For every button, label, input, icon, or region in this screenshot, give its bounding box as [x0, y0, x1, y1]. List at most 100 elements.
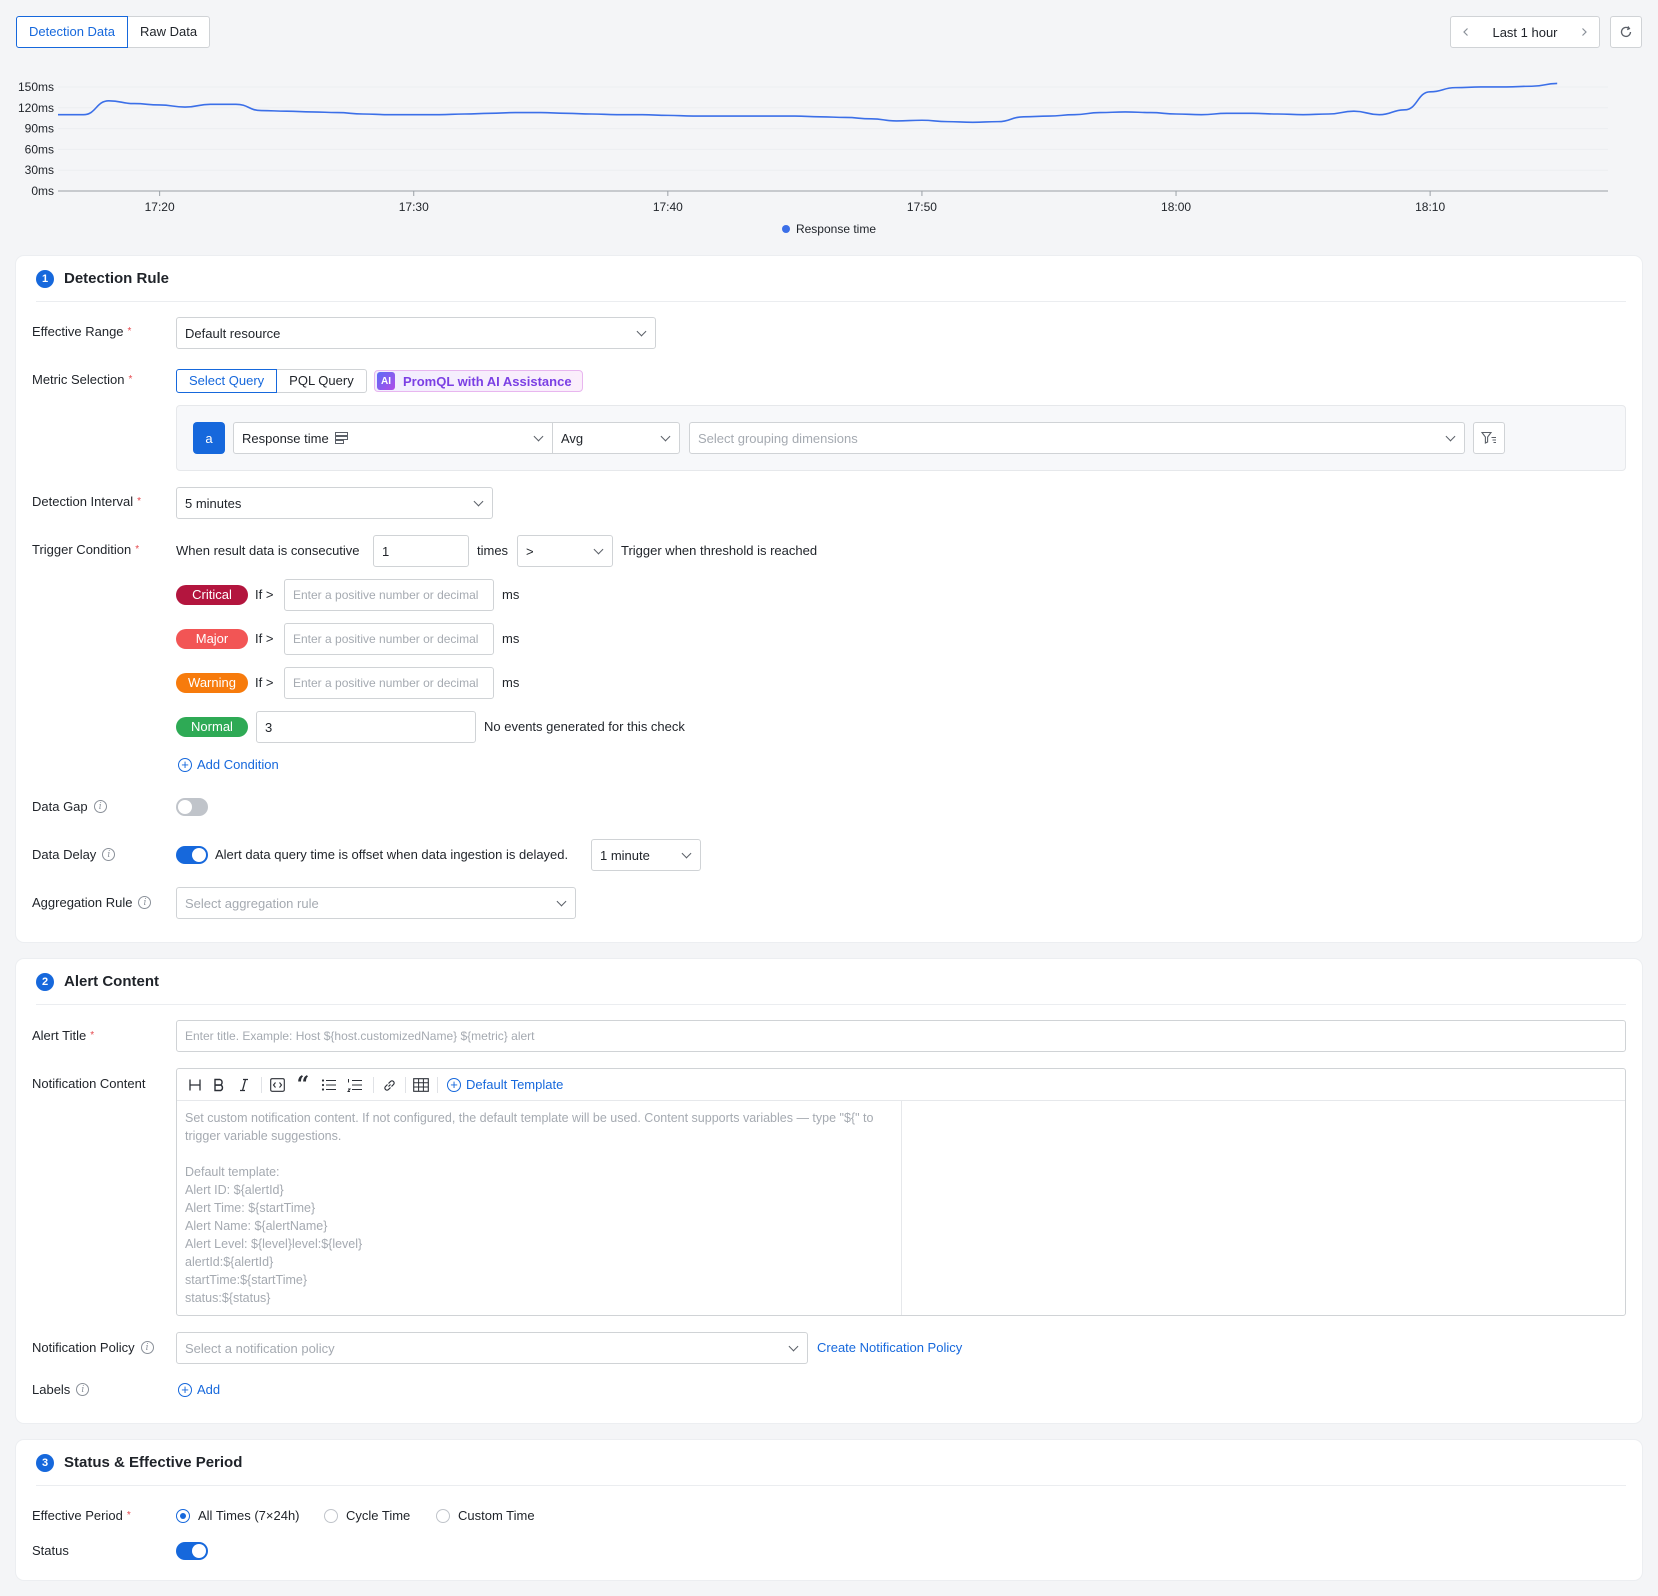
normal-note: No events generated for this check — [484, 719, 685, 734]
status-toggle[interactable] — [176, 1542, 208, 1560]
x-tick-label: 18:10 — [1415, 200, 1445, 214]
section-title: Alert Content — [64, 973, 159, 990]
notification-policy-select[interactable]: Select a notification policy — [176, 1332, 808, 1364]
detection-interval-select[interactable]: 5 minutes — [176, 487, 493, 519]
severity-warning-badge: Warning — [176, 673, 248, 693]
radio-custom-time[interactable]: Custom Time — [436, 1508, 535, 1523]
data-delay-select[interactable]: 1 minute — [591, 839, 701, 871]
refresh-button[interactable] — [1610, 16, 1642, 48]
data-delay-label: Data Delay i — [32, 847, 116, 862]
grouping-dimensions-select[interactable]: Select grouping dimensions — [689, 422, 1465, 454]
effective-range-value: Default resource — [185, 325, 281, 341]
operator-select[interactable]: > — [517, 535, 613, 567]
critical-if-label: If > — [255, 587, 274, 602]
trigger-condition-label: Trigger Condition * — [32, 542, 140, 557]
query-mode-toggle: Select Query PQL Query — [176, 369, 367, 393]
plus-circle-icon: + — [178, 1382, 192, 1397]
toolbar-divider — [373, 1077, 374, 1093]
data-delay-toggle[interactable] — [176, 846, 208, 864]
info-icon[interactable]: i — [76, 1383, 90, 1396]
notification-content-label: Notification Content — [32, 1076, 146, 1091]
x-tick-label: 18:00 — [1161, 200, 1191, 214]
data-delay-value: 1 minute — [600, 847, 650, 863]
major-unit: ms — [502, 631, 520, 646]
consecutive-count-input[interactable]: 1 — [373, 535, 469, 567]
y-tick-label: 60ms — [25, 142, 54, 156]
y-tick-label: 150ms — [18, 80, 54, 94]
link-icon[interactable] — [381, 1075, 397, 1095]
warning-threshold-input[interactable]: Enter a positive number or decimal — [284, 667, 494, 699]
tab-detection-data[interactable]: Detection Data — [16, 16, 128, 48]
metric-value: Response time — [242, 430, 329, 446]
default-template-button[interactable]: + Default Template — [447, 1077, 563, 1092]
add-label-button[interactable]: + Add — [178, 1382, 220, 1397]
aggregation-rule-placeholder: Select aggregation rule — [185, 895, 319, 911]
effective-period-label: Effective Period * — [32, 1508, 131, 1523]
select-query-button[interactable]: Select Query — [176, 369, 278, 393]
alert-title-input[interactable]: Enter title. Example: Host ${host.custom… — [176, 1020, 1626, 1052]
trigger-suffix: Trigger when threshold is reached — [621, 543, 818, 558]
radio-all-times[interactable]: All Times (7×24h) — [176, 1508, 300, 1523]
info-icon[interactable]: i — [140, 1341, 154, 1354]
metric-select[interactable]: Response time — [233, 422, 553, 454]
promql-ai-button[interactable]: AI PromQL with AI Assistance — [374, 370, 583, 392]
radio-label: Cycle Time — [346, 1508, 411, 1523]
tab-raw-data[interactable]: Raw Data — [127, 16, 211, 48]
pql-query-button[interactable]: PQL Query — [276, 369, 367, 393]
ordered-list-icon[interactable] — [347, 1075, 363, 1095]
status-label: Status — [32, 1543, 69, 1558]
detection-rule-header: 1 Detection Rule — [36, 256, 1626, 302]
heading-icon[interactable] — [187, 1075, 203, 1095]
toolbar-divider — [437, 1077, 438, 1093]
legend-label: Response time — [795, 222, 877, 236]
time-range-label: Last 1 hour — [1492, 24, 1558, 40]
add-condition-button[interactable]: + Add Condition — [178, 757, 279, 772]
chevron-down-icon — [660, 431, 671, 442]
legend-swatch — [781, 225, 790, 233]
create-notification-policy-link[interactable]: Create Notification Policy — [817, 1340, 962, 1355]
italic-icon[interactable] — [237, 1075, 251, 1095]
chevron-right-icon[interactable] — [1579, 24, 1589, 40]
data-delay-text: Alert data query time is offset when dat… — [215, 847, 569, 862]
alert-content-header: 2 Alert Content — [36, 959, 1626, 1005]
data-gap-toggle[interactable] — [176, 798, 208, 816]
code-block-icon[interactable] — [269, 1075, 285, 1095]
major-threshold-input[interactable]: Enter a positive number or decimal — [284, 623, 494, 655]
filter-button[interactable] — [1473, 422, 1505, 454]
aggregation-rule-select[interactable]: Select aggregation rule — [176, 887, 576, 919]
normal-value: 3 — [265, 719, 273, 735]
alert-title-placeholder: Enter title. Example: Host ${host.custom… — [185, 1029, 535, 1043]
radio-cycle-time[interactable]: Cycle Time — [324, 1508, 410, 1523]
toggle-knob — [192, 1544, 206, 1558]
top-bar: Detection Data Raw Data Last 1 hour — [16, 16, 1642, 48]
chevron-left-icon[interactable] — [1461, 24, 1471, 40]
x-tick-label: 17:30 — [399, 200, 429, 214]
info-icon[interactable]: i — [93, 800, 107, 813]
consecutive-count-value: 1 — [382, 543, 390, 559]
info-icon[interactable]: i — [138, 896, 152, 909]
warning-threshold-placeholder: Enter a positive number or decimal — [293, 676, 479, 690]
notification-content-editor: “ + Default Template Set custom notifica… — [176, 1068, 1626, 1316]
aggregation-select[interactable]: Avg — [552, 422, 680, 454]
toggle-knob — [178, 800, 192, 814]
radio-circle — [324, 1508, 338, 1523]
toolbar-divider — [261, 1077, 262, 1093]
time-range-picker[interactable]: Last 1 hour — [1450, 16, 1600, 48]
normal-value-input[interactable]: 3 — [256, 711, 476, 743]
quote-icon[interactable]: “ — [295, 1074, 311, 1096]
notification-content-textarea[interactable]: Set custom notification content. If not … — [177, 1101, 902, 1315]
info-icon[interactable]: i — [102, 848, 116, 861]
table-icon[interactable] — [413, 1075, 429, 1095]
refresh-icon — [1620, 26, 1632, 38]
chevron-down-icon — [788, 1341, 799, 1352]
section-title: Detection Rule — [64, 270, 170, 287]
bold-icon[interactable] — [211, 1075, 227, 1095]
notification-policy-placeholder: Select a notification policy — [185, 1340, 335, 1356]
y-tick-label: 120ms — [18, 101, 54, 115]
critical-threshold-input[interactable]: Enter a positive number or decimal — [284, 579, 494, 611]
bullet-list-icon[interactable] — [321, 1075, 337, 1095]
effective-range-select[interactable]: Default resource — [176, 317, 656, 349]
chart-legend[interactable]: Response time — [0, 222, 1658, 236]
aggregation-rule-label: Aggregation Rule i — [32, 895, 152, 910]
times-label: times — [477, 543, 509, 558]
